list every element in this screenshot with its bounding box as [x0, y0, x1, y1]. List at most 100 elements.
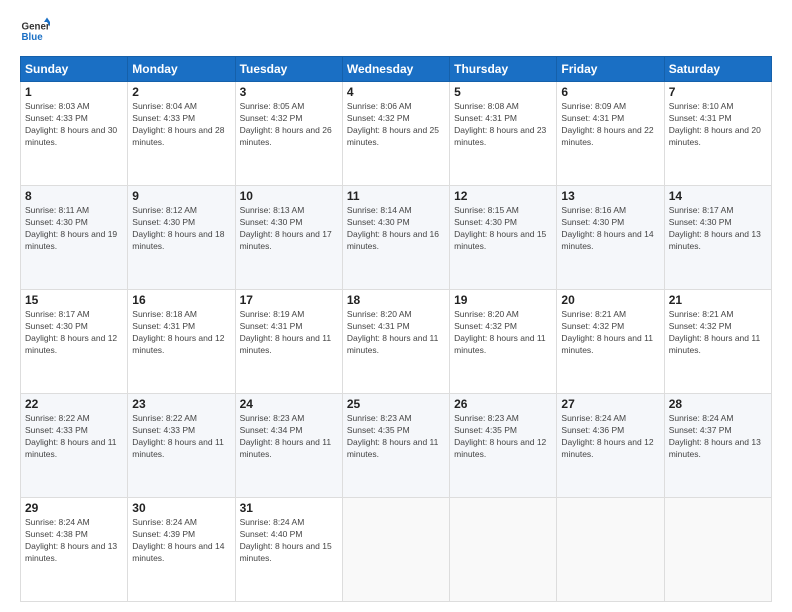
day-number: 14 [669, 189, 767, 203]
calendar-cell: 27 Sunrise: 8:24 AMSunset: 4:36 PMDayligh… [557, 394, 664, 498]
day-info: Sunrise: 8:17 AMSunset: 4:30 PMDaylight:… [669, 205, 767, 253]
weekday-header: Saturday [664, 57, 771, 82]
day-info: Sunrise: 8:16 AMSunset: 4:30 PMDaylight:… [561, 205, 659, 253]
day-info: Sunrise: 8:23 AMSunset: 4:35 PMDaylight:… [347, 413, 445, 461]
calendar-cell: 1 Sunrise: 8:03 AMSunset: 4:33 PMDaylight… [21, 82, 128, 186]
day-info: Sunrise: 8:14 AMSunset: 4:30 PMDaylight:… [347, 205, 445, 253]
day-number: 30 [132, 501, 230, 515]
calendar-table: SundayMondayTuesdayWednesdayThursdayFrid… [20, 56, 772, 602]
calendar-week-row: 29 Sunrise: 8:24 AMSunset: 4:38 PMDayligh… [21, 498, 772, 602]
page: General Blue SundayMondayTuesdayWednesda… [0, 0, 792, 612]
day-number: 3 [240, 85, 338, 99]
day-info: Sunrise: 8:24 AMSunset: 4:38 PMDaylight:… [25, 517, 123, 565]
day-number: 9 [132, 189, 230, 203]
day-info: Sunrise: 8:24 AMSunset: 4:39 PMDaylight:… [132, 517, 230, 565]
logo: General Blue [20, 16, 50, 46]
day-info: Sunrise: 8:24 AMSunset: 4:37 PMDaylight:… [669, 413, 767, 461]
calendar-cell: 23 Sunrise: 8:22 AMSunset: 4:33 PMDayligh… [128, 394, 235, 498]
calendar-cell [450, 498, 557, 602]
day-number: 24 [240, 397, 338, 411]
day-info: Sunrise: 8:21 AMSunset: 4:32 PMDaylight:… [561, 309, 659, 357]
day-number: 12 [454, 189, 552, 203]
day-number: 19 [454, 293, 552, 307]
calendar-week-row: 1 Sunrise: 8:03 AMSunset: 4:33 PMDaylight… [21, 82, 772, 186]
day-number: 21 [669, 293, 767, 307]
calendar-cell: 18 Sunrise: 8:20 AMSunset: 4:31 PMDayligh… [342, 290, 449, 394]
day-info: Sunrise: 8:23 AMSunset: 4:35 PMDaylight:… [454, 413, 552, 461]
day-info: Sunrise: 8:24 AMSunset: 4:40 PMDaylight:… [240, 517, 338, 565]
day-number: 28 [669, 397, 767, 411]
day-number: 1 [25, 85, 123, 99]
calendar-cell: 25Sunrise: 8:23 AMSunset: 4:35 PMDayligh… [342, 394, 449, 498]
day-number: 29 [25, 501, 123, 515]
calendar-cell [664, 498, 771, 602]
day-info: Sunrise: 8:17 AMSunset: 4:30 PMDaylight:… [25, 309, 123, 357]
day-info: Sunrise: 8:18 AMSunset: 4:31 PMDaylight:… [132, 309, 230, 357]
day-info: Sunrise: 8:12 AMSunset: 4:30 PMDaylight:… [132, 205, 230, 253]
day-info: Sunrise: 8:03 AMSunset: 4:33 PMDaylight:… [25, 101, 123, 149]
day-info: Sunrise: 8:08 AMSunset: 4:31 PMDaylight:… [454, 101, 552, 149]
calendar-cell: 7 Sunrise: 8:10 AMSunset: 4:31 PMDaylight… [664, 82, 771, 186]
calendar-cell: 12Sunrise: 8:15 AMSunset: 4:30 PMDayligh… [450, 186, 557, 290]
day-info: Sunrise: 8:13 AMSunset: 4:30 PMDaylight:… [240, 205, 338, 253]
calendar-cell: 30 Sunrise: 8:24 AMSunset: 4:39 PMDayligh… [128, 498, 235, 602]
calendar-cell: 11 Sunrise: 8:14 AMSunset: 4:30 PMDayligh… [342, 186, 449, 290]
day-number: 6 [561, 85, 659, 99]
calendar-cell: 28 Sunrise: 8:24 AMSunset: 4:37 PMDayligh… [664, 394, 771, 498]
calendar-cell: 31 Sunrise: 8:24 AMSunset: 4:40 PMDayligh… [235, 498, 342, 602]
day-number: 11 [347, 189, 445, 203]
day-info: Sunrise: 8:22 AMSunset: 4:33 PMDaylight:… [132, 413, 230, 461]
day-number: 22 [25, 397, 123, 411]
calendar-cell: 16 Sunrise: 8:18 AMSunset: 4:31 PMDayligh… [128, 290, 235, 394]
weekday-header: Sunday [21, 57, 128, 82]
calendar-cell: 5 Sunrise: 8:08 AMSunset: 4:31 PMDaylight… [450, 82, 557, 186]
calendar-cell: 3 Sunrise: 8:05 AMSunset: 4:32 PMDaylight… [235, 82, 342, 186]
calendar-cell: 6Sunrise: 8:09 AMSunset: 4:31 PMDaylight… [557, 82, 664, 186]
calendar-week-row: 15Sunrise: 8:17 AMSunset: 4:30 PMDayligh… [21, 290, 772, 394]
day-number: 31 [240, 501, 338, 515]
day-info: Sunrise: 8:04 AMSunset: 4:33 PMDaylight:… [132, 101, 230, 149]
calendar-cell: 21 Sunrise: 8:21 AMSunset: 4:32 PMDayligh… [664, 290, 771, 394]
calendar-cell: 22 Sunrise: 8:22 AMSunset: 4:33 PMDayligh… [21, 394, 128, 498]
day-number: 5 [454, 85, 552, 99]
day-info: Sunrise: 8:22 AMSunset: 4:33 PMDaylight:… [25, 413, 123, 461]
day-info: Sunrise: 8:20 AMSunset: 4:31 PMDaylight:… [347, 309, 445, 357]
day-number: 8 [25, 189, 123, 203]
day-number: 18 [347, 293, 445, 307]
day-number: 10 [240, 189, 338, 203]
calendar-cell: 19Sunrise: 8:20 AMSunset: 4:32 PMDayligh… [450, 290, 557, 394]
calendar-cell: 17 Sunrise: 8:19 AMSunset: 4:31 PMDayligh… [235, 290, 342, 394]
day-info: Sunrise: 8:05 AMSunset: 4:32 PMDaylight:… [240, 101, 338, 149]
weekday-header: Monday [128, 57, 235, 82]
day-number: 26 [454, 397, 552, 411]
day-number: 17 [240, 293, 338, 307]
day-info: Sunrise: 8:21 AMSunset: 4:32 PMDaylight:… [669, 309, 767, 357]
calendar-cell: 13Sunrise: 8:16 AMSunset: 4:30 PMDayligh… [557, 186, 664, 290]
day-info: Sunrise: 8:06 AMSunset: 4:32 PMDaylight:… [347, 101, 445, 149]
day-number: 7 [669, 85, 767, 99]
calendar-cell: 10 Sunrise: 8:13 AMSunset: 4:30 PMDayligh… [235, 186, 342, 290]
day-number: 2 [132, 85, 230, 99]
day-info: Sunrise: 8:19 AMSunset: 4:31 PMDaylight:… [240, 309, 338, 357]
calendar-cell: 4 Sunrise: 8:06 AMSunset: 4:32 PMDaylight… [342, 82, 449, 186]
day-number: 4 [347, 85, 445, 99]
day-number: 20 [561, 293, 659, 307]
calendar-header-row: SundayMondayTuesdayWednesdayThursdayFrid… [21, 57, 772, 82]
logo-icon: General Blue [20, 16, 50, 46]
calendar-cell: 15Sunrise: 8:17 AMSunset: 4:30 PMDayligh… [21, 290, 128, 394]
calendar-cell: 2 Sunrise: 8:04 AMSunset: 4:33 PMDaylight… [128, 82, 235, 186]
weekday-header: Friday [557, 57, 664, 82]
day-info: Sunrise: 8:10 AMSunset: 4:31 PMDaylight:… [669, 101, 767, 149]
calendar-cell [342, 498, 449, 602]
calendar-cell: 26 Sunrise: 8:23 AMSunset: 4:35 PMDayligh… [450, 394, 557, 498]
day-number: 27 [561, 397, 659, 411]
day-info: Sunrise: 8:23 AMSunset: 4:34 PMDaylight:… [240, 413, 338, 461]
calendar-cell: 24 Sunrise: 8:23 AMSunset: 4:34 PMDayligh… [235, 394, 342, 498]
calendar-cell: 29 Sunrise: 8:24 AMSunset: 4:38 PMDayligh… [21, 498, 128, 602]
calendar-cell: 9 Sunrise: 8:12 AMSunset: 4:30 PMDaylight… [128, 186, 235, 290]
day-info: Sunrise: 8:24 AMSunset: 4:36 PMDaylight:… [561, 413, 659, 461]
header: General Blue [20, 16, 772, 46]
day-number: 16 [132, 293, 230, 307]
day-number: 23 [132, 397, 230, 411]
weekday-header: Tuesday [235, 57, 342, 82]
